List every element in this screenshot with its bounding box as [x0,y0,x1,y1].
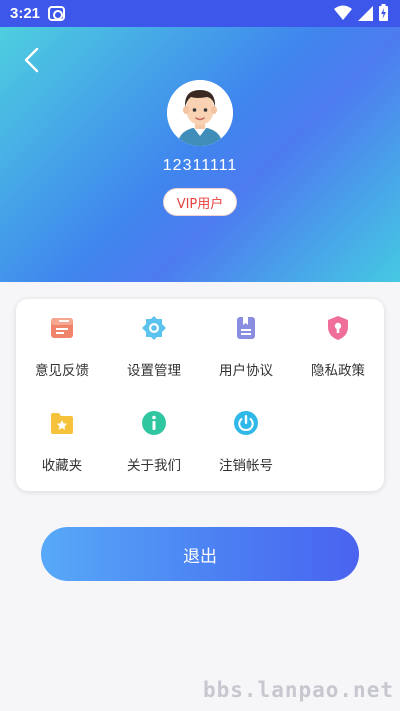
menu-item-about-us[interactable]: 关于我们 [108,394,200,474]
menu-item-user-agreement[interactable]: 用户协议 [200,299,292,379]
menu-item-privacy-policy[interactable]: 隐私政策 [292,299,384,379]
menu-item-label: 用户协议 [219,363,273,379]
power-icon [234,411,258,435]
menu-item-label: 隐私政策 [311,363,365,379]
back-button[interactable] [18,45,48,75]
menu-item-settings[interactable]: 设置管理 [108,299,200,379]
menu-item-delete-account[interactable]: 注销帐号 [200,394,292,474]
username: 12311111 [162,157,238,174]
profile-header: 12311111 VIP用户 [0,27,400,282]
menu-item-feedback[interactable]: 意见反馈 [16,299,108,379]
shield-lock-icon [328,316,348,340]
info-icon [142,411,166,435]
notification-app-icon [48,6,66,21]
avatar[interactable] [167,80,233,146]
menu-card: 意见反馈 设置管理 用户协议 隐私政策 收藏夹 关于我们 注销帐号 [16,299,384,491]
status-icons [334,4,388,21]
menu-item-label: 意见反馈 [35,363,89,379]
settings-gear-icon [142,316,166,340]
menu-item-label: 关于我们 [127,458,181,474]
battery-icon [379,4,388,21]
status-bar: 3:21 [0,0,400,27]
feedback-icon [51,318,73,338]
menu-item-label: 设置管理 [127,363,181,379]
document-icon [237,317,255,339]
menu-item-label: 收藏夹 [41,458,83,474]
menu-item-label: 注销帐号 [219,458,273,474]
watermark: bbs.lanpao.net [202,678,394,702]
status-time: 3:21 [10,5,41,22]
user-avatar-icon [167,80,233,146]
logout-button[interactable]: 退出 [41,527,359,581]
menu-item-favorites[interactable]: 收藏夹 [16,394,108,474]
signal-icon [358,5,373,21]
chevron-left-icon [24,47,39,73]
vip-badge[interactable]: VIP用户 [163,188,237,216]
folder-star-icon [51,413,73,434]
wifi-icon [334,5,352,20]
